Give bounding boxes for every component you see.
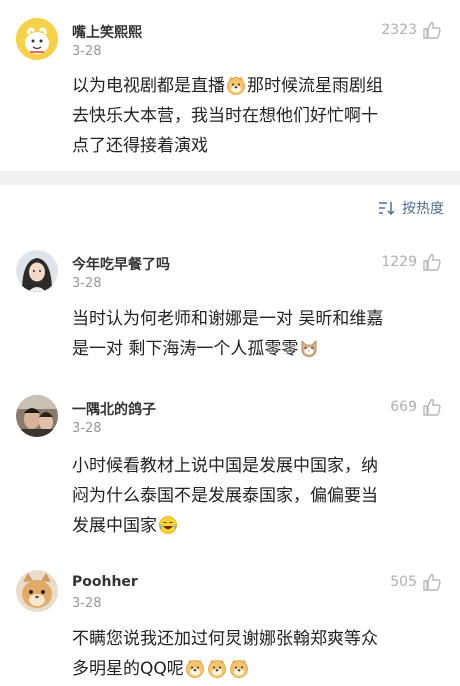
like-count: 1229	[381, 254, 417, 270]
thumbs-up-icon	[422, 252, 442, 272]
avatar[interactable]	[16, 570, 58, 612]
like-count: 2323	[381, 22, 417, 38]
username[interactable]: 今年吃早餐了吗	[72, 254, 170, 274]
like-button[interactable]: 2323	[381, 20, 442, 40]
avatar[interactable]	[16, 250, 58, 292]
comment-date: 3-28	[72, 421, 102, 436]
like-count: 669	[390, 399, 417, 415]
comment-text: 以为电视剧都是直播 那时候流星雨剧组 去快乐大本营，我当时在想他们好忙啊十 点了还…	[72, 75, 383, 156]
doge-emoji-icon	[226, 75, 246, 95]
comment-date: 3-28	[72, 596, 102, 611]
thumbs-up-icon	[422, 572, 442, 592]
username[interactable]: Poohher	[72, 574, 138, 590]
doge-emoji-icon	[207, 658, 227, 678]
doge-emoji-icon	[229, 658, 249, 678]
like-button[interactable]: 1229	[381, 252, 442, 272]
like-button[interactable]: 505	[390, 572, 442, 592]
cat-emoji-icon	[299, 338, 319, 358]
sort-by-hot-button[interactable]: 按热度	[378, 198, 444, 218]
username[interactable]: 嘴上笑熙熙	[72, 22, 142, 42]
comment-date: 3-28	[72, 276, 102, 291]
sort-label: 按热度	[402, 201, 444, 217]
doge-emoji-icon	[185, 658, 205, 678]
comment-text: 不瞒您说我还加过何炅谢娜张翰郑爽等众 多明星的QQ呢	[72, 629, 378, 679]
thumbs-up-icon	[422, 20, 442, 40]
comment-date: 3-28	[72, 44, 102, 59]
username[interactable]: 一隅北的鸽子	[72, 399, 156, 419]
comment-text: 当时认为何老师和谢娜是一对 吴昕和维嘉 是一对 剩下海涛一个人孤零零	[72, 309, 384, 359]
section-divider	[0, 171, 460, 185]
thumbs-up-icon	[422, 397, 442, 417]
avatar[interactable]	[16, 395, 58, 437]
avatar[interactable]	[16, 18, 58, 60]
like-count: 505	[390, 574, 417, 590]
sort-icon	[379, 202, 395, 216]
comment-text: 小时候看教材上说中国是发展中国家，纳 闷为什么泰国不是发展泰国家，偏偏要当 发展…	[72, 456, 378, 536]
like-button[interactable]: 669	[390, 397, 442, 417]
laugh-cry-emoji-icon	[158, 515, 178, 535]
